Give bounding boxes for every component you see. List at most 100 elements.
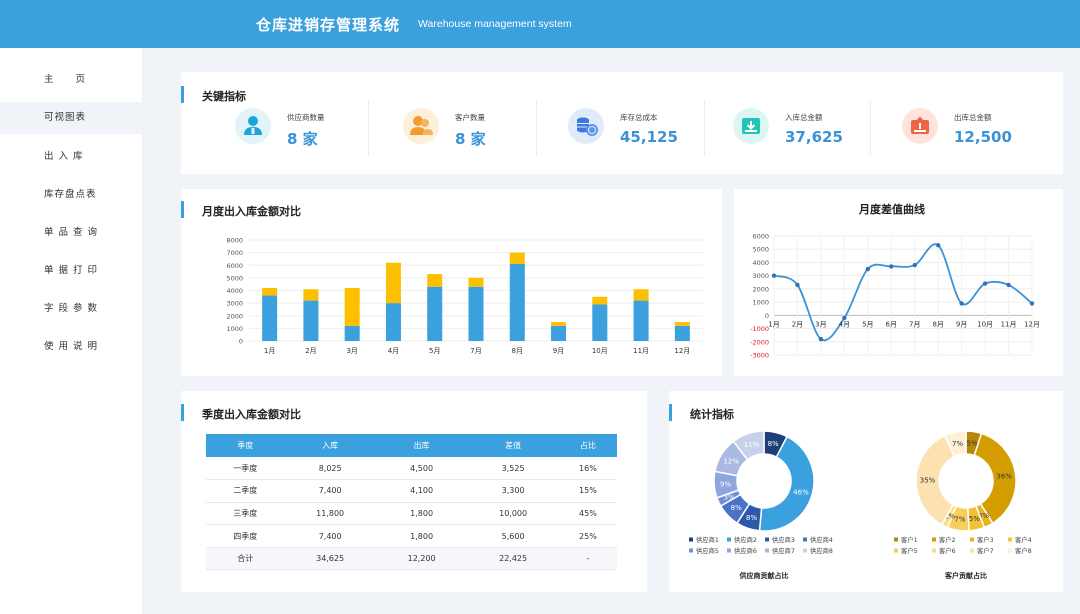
legend-label: 客户1 bbox=[901, 535, 918, 544]
kpi-label: 客户数量 bbox=[455, 113, 485, 122]
legend-label: 客户6 bbox=[939, 546, 956, 555]
table-cell: 5,600 bbox=[467, 524, 559, 548]
nav-item-charts[interactable]: 可视图表 bbox=[0, 102, 142, 134]
slice-label: 5% bbox=[966, 439, 977, 447]
bar-outbound bbox=[468, 277, 484, 287]
slice-label: 11% bbox=[744, 441, 760, 449]
nav-item-home[interactable]: 主 页 bbox=[0, 64, 142, 96]
table-cell: 一季度 bbox=[206, 457, 285, 481]
table-cell: 11,800 bbox=[284, 502, 376, 526]
kpi-inventory-cost: 库存总成本 45,125 bbox=[568, 100, 734, 172]
legend-swatch bbox=[932, 548, 936, 553]
monthly-diff-line-chart: -3000 -2000 -1000 0 1000 2000 3000 4000 5000 6000… bbox=[750, 233, 1040, 360]
legend-swatch bbox=[727, 548, 731, 553]
bar-outbound bbox=[551, 322, 567, 326]
table-row: 三季度 11,800 1,800 10,000 45% bbox=[206, 502, 617, 526]
legend-swatch bbox=[689, 548, 693, 553]
x-tick-label: 11月 bbox=[1001, 320, 1017, 328]
legend-label: 客户7 bbox=[977, 546, 994, 555]
x-tick-label: 11月 bbox=[633, 347, 649, 355]
bar-inbound bbox=[509, 263, 525, 341]
legend-swatch bbox=[803, 537, 807, 542]
slice-label: 12% bbox=[723, 457, 739, 465]
kpi-value: 12,500 bbox=[954, 128, 1012, 146]
y-tick-label: 3000 bbox=[226, 300, 243, 308]
slice-label: 5% bbox=[969, 515, 980, 523]
kpi-label: 库存总成本 bbox=[620, 113, 658, 122]
data-point bbox=[1029, 301, 1035, 306]
data-point bbox=[959, 301, 964, 306]
legend-swatch bbox=[803, 548, 807, 553]
nav-item-help[interactable]: 使 用 说 明 bbox=[0, 331, 142, 363]
nav-item-inventory[interactable]: 库存盘点表 bbox=[0, 179, 142, 211]
table-header-row: 季度 入库 出库 差值 占比 bbox=[206, 434, 617, 457]
y-tick-label: 5000 bbox=[226, 274, 243, 282]
divider bbox=[368, 100, 369, 156]
y-tick-label: 8000 bbox=[226, 237, 243, 245]
outbox-upload-icon bbox=[902, 108, 938, 144]
x-tick-label: 1月 bbox=[768, 320, 779, 328]
title-accent bbox=[181, 404, 184, 421]
slice-label: 8% bbox=[731, 504, 742, 512]
table-cell: 45% bbox=[558, 502, 617, 526]
table-cell: 12,200 bbox=[375, 547, 468, 571]
x-tick-label: 6月 bbox=[886, 320, 897, 328]
table-row: 四季度 7,400 1,800 5,600 25% bbox=[206, 524, 617, 548]
kpi-customer-count: 客户数量 8 家 bbox=[403, 100, 569, 172]
legend-label: 供应商7 bbox=[772, 546, 795, 555]
customer-group-icon bbox=[403, 108, 439, 144]
diff-chart-card: 月度差值曲线 -3000 -2000 -1000 0 1000 2000 3000 4000 5… bbox=[734, 189, 1063, 376]
legend-swatch bbox=[894, 537, 898, 542]
bar-outbound bbox=[344, 287, 360, 326]
x-tick-label: 10月 bbox=[592, 347, 608, 355]
table-cell: - bbox=[558, 547, 617, 571]
table-cell: 二季度 bbox=[206, 479, 285, 503]
bar-inbound bbox=[551, 325, 567, 341]
kpi-label: 供应商数量 bbox=[287, 113, 325, 122]
slice-label: 7% bbox=[954, 516, 965, 524]
bar-outbound bbox=[303, 289, 319, 301]
slice-label: 8% bbox=[768, 440, 779, 448]
column-header: 季度 bbox=[206, 434, 285, 457]
sidebar: 主 页 可视图表 出 入 库 库存盘点表 单 品 查 询 单 据 打 印 字 段… bbox=[0, 48, 142, 614]
slice-label: 35% bbox=[920, 476, 936, 484]
column-header: 出库 bbox=[375, 434, 468, 457]
y-tick-label: 0 bbox=[765, 312, 769, 320]
x-tick-label: 1月 bbox=[264, 347, 275, 355]
nav-item-in-out[interactable]: 出 入 库 bbox=[0, 141, 142, 173]
y-tick-label: 3000 bbox=[752, 272, 769, 280]
table-cell: 三季度 bbox=[206, 502, 285, 526]
data-point bbox=[982, 281, 988, 286]
x-tick-label: 7月 bbox=[470, 347, 481, 355]
legend-swatch bbox=[765, 537, 769, 542]
bar-outbound bbox=[262, 287, 278, 296]
x-tick-label: 2月 bbox=[305, 347, 316, 355]
x-tick-label: 8月 bbox=[932, 320, 943, 328]
legend-swatch bbox=[894, 548, 898, 553]
x-tick-label: 2月 bbox=[792, 320, 803, 328]
table-cell: 合计 bbox=[206, 547, 285, 571]
quarter-table-card: 季度出入库金额对比 季度 入库 出库 差值 占比 一季度 8,025 4,500… bbox=[181, 391, 647, 592]
column-header: 占比 bbox=[558, 434, 617, 457]
quarter-table: 季度 入库 出库 差值 占比 一季度 8,025 4,500 3,525 16%… bbox=[206, 434, 617, 571]
kpi-inbound-total: 入库总金额 37,625 bbox=[733, 100, 899, 172]
divider bbox=[704, 100, 705, 156]
nav-item-fields[interactable]: 字 段 参 数 bbox=[0, 293, 142, 325]
kpi-outbound-total: 出库总金额 12,500 bbox=[902, 100, 1068, 172]
bar-outbound bbox=[385, 262, 401, 304]
legend-swatch bbox=[765, 548, 769, 553]
y-tick-label: -3000 bbox=[750, 352, 769, 360]
app-title: 仓库进销存管理系统 bbox=[256, 16, 401, 34]
bar-inbound bbox=[385, 303, 401, 341]
data-point bbox=[818, 336, 824, 342]
x-tick-label: 12月 bbox=[1024, 320, 1040, 328]
kpi-value: 8 家 bbox=[455, 130, 486, 148]
bar-outbound bbox=[427, 274, 443, 287]
nav-item-item-query[interactable]: 单 品 查 询 bbox=[0, 217, 142, 249]
kpi-value: 45,125 bbox=[620, 128, 678, 146]
legend-label: 供应商4 bbox=[810, 535, 833, 544]
kpi-label: 出库总金额 bbox=[954, 113, 992, 122]
nav-item-print[interactable]: 单 据 打 印 bbox=[0, 255, 142, 287]
supplier-user-icon bbox=[235, 108, 271, 144]
y-tick-label: -1000 bbox=[750, 325, 769, 333]
